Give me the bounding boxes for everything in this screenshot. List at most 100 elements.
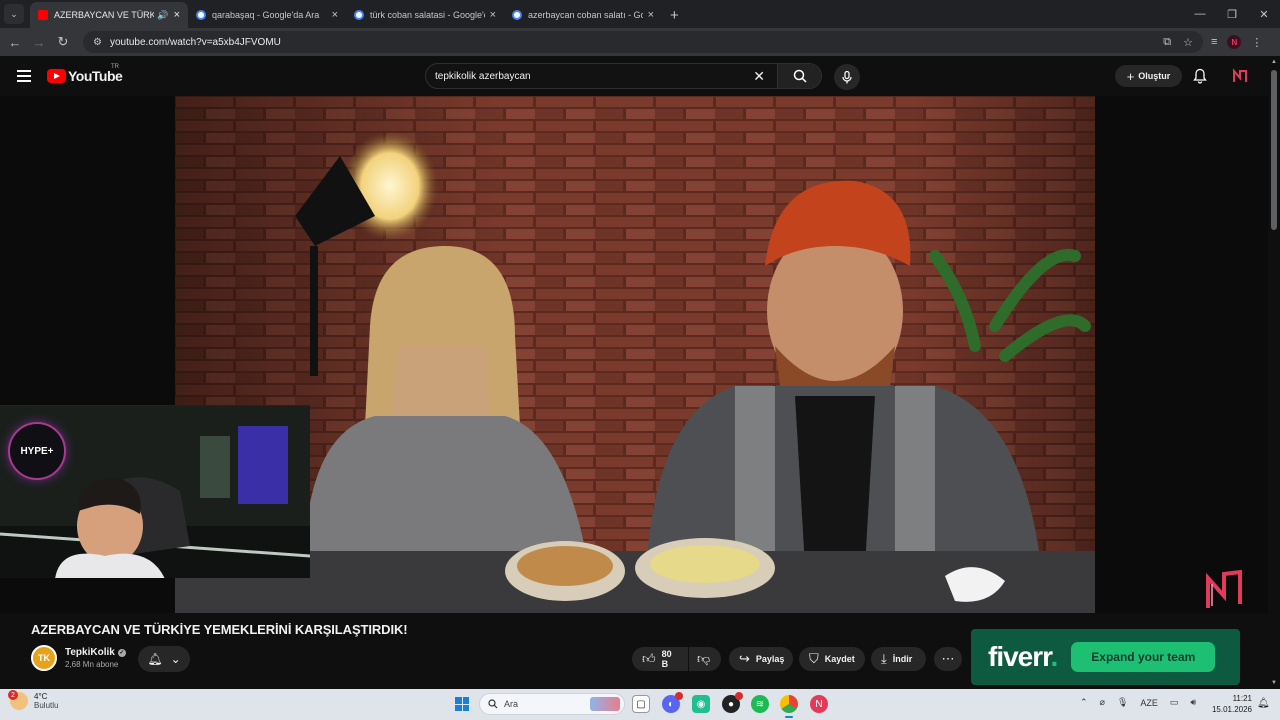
reading-list-icon[interactable]: ≡ xyxy=(1211,36,1217,48)
forward-icon[interactable]: → xyxy=(27,35,51,50)
chat-app-icon[interactable]: ◉ xyxy=(692,695,710,713)
tab-title: türk coban salatasi - Google'da xyxy=(370,10,485,20)
channel-info: TK TepkiKolik ✓ 2,68 Mn abone xyxy=(31,645,126,671)
microphone-tray-icon[interactable]: 🎙︎ xyxy=(1117,697,1128,708)
reload-icon[interactable]: ↻ xyxy=(51,34,75,50)
language-indicator[interactable]: AZE xyxy=(1140,698,1158,708)
restore-icon[interactable]: ❐ xyxy=(1216,8,1248,21)
close-tab-icon[interactable]: × xyxy=(332,9,338,21)
task-view-icon[interactable]: ▢ xyxy=(632,695,650,713)
dislike-button[interactable]: 👎︎ xyxy=(689,647,721,671)
system-tray: ⌃ ⌀ 🎙︎ AZE ▭ 🔊︎ xyxy=(1080,697,1196,708)
more-actions-button[interactable]: ⋯ xyxy=(934,647,962,671)
fiverr-ad-banner[interactable]: fiverr. Expand your team xyxy=(971,629,1240,685)
save-button[interactable]: ⛉ Kaydet xyxy=(799,647,865,671)
account-avatar[interactable] xyxy=(1232,68,1248,84)
tab-title: azerbaycan coban salatı - Goog xyxy=(528,10,643,20)
network-icon[interactable]: ⌀ xyxy=(1100,697,1105,708)
close-tab-icon[interactable]: × xyxy=(174,9,180,21)
spotify-icon[interactable]: ≋ xyxy=(751,695,769,713)
notifications-bell-icon[interactable] xyxy=(1193,68,1207,84)
channel-name[interactable]: TepkiKolik xyxy=(65,647,115,658)
streamer-webcam-overlay: HYPE+ xyxy=(0,405,310,578)
video-player[interactable]: HYPE+ xyxy=(0,96,1268,613)
display-icon[interactable]: ▭ xyxy=(1170,697,1179,708)
hype-badge: HYPE+ xyxy=(8,422,66,480)
bell-icon: 🔔︎ xyxy=(147,652,163,666)
youtube-play-icon xyxy=(47,69,66,83)
youtube-favicon-icon xyxy=(38,10,48,20)
close-window-icon[interactable]: ✕ xyxy=(1248,8,1280,21)
video-title: AZERBAYCAN VE TÜRKİYE YEMEKLERİNİ KARŞIL… xyxy=(31,622,408,637)
tab-youtube[interactable]: AZERBAYCAN VE TÜRKİYE Y 🔊 × xyxy=(30,2,188,28)
close-tab-icon[interactable]: × xyxy=(648,9,654,21)
channel-avatar[interactable]: TK xyxy=(31,645,57,671)
volume-icon[interactable]: 🔊︎ xyxy=(1190,697,1196,708)
search-highlight-image xyxy=(590,697,620,711)
search-icon xyxy=(793,69,807,83)
tab-google-azerbaycan-coban[interactable]: azerbaycan coban salatı - Goog × xyxy=(504,2,662,28)
discord-icon[interactable]: ◐ xyxy=(662,692,683,713)
menu-hamburger-icon[interactable] xyxy=(17,70,31,82)
tab-google-coban-salatasi[interactable]: türk coban salatasi - Google'da × xyxy=(346,2,504,28)
share-arrow-icon: ↪ xyxy=(739,651,750,666)
download-icon: ⤓ xyxy=(881,651,887,666)
clock[interactable]: 11:21 15.01.2026 xyxy=(1210,693,1252,715)
youtube-logo[interactable]: YouTube TR xyxy=(47,64,123,84)
download-button[interactable]: ⤓ İndir xyxy=(871,647,926,671)
scroll-down-icon[interactable]: ▼ xyxy=(1271,680,1277,686)
tab-title: qarabaşaq - Google'da Ara xyxy=(212,10,320,20)
profile-avatar[interactable]: N xyxy=(1227,35,1242,49)
search-query: tepkikolik azerbaycan xyxy=(435,70,531,82)
back-icon[interactable]: ← xyxy=(3,35,27,50)
youtube-header: YouTube TR tepkikolik azerbaycan ✕ + Olu… xyxy=(0,56,1268,96)
voice-search-button[interactable] xyxy=(834,64,860,90)
search-input[interactable]: tepkikolik azerbaycan ✕ xyxy=(425,63,822,89)
tab-title: AZERBAYCAN VE TÜRKİYE Y xyxy=(54,10,155,20)
scrollbar-thumb[interactable] xyxy=(1271,70,1277,230)
app-n-icon[interactable]: N xyxy=(810,695,828,713)
address-bar[interactable]: ⚙ youtube.com/watch?v=a5xb4JFVOMU ⧉ ☆ xyxy=(83,31,1203,53)
windows-start-icon[interactable] xyxy=(455,697,469,711)
bookmark-star-icon[interactable]: ☆ xyxy=(1183,36,1193,49)
tab-search-button[interactable]: ⌄ xyxy=(4,4,24,24)
obs-icon[interactable]: ● xyxy=(722,692,743,713)
chrome-icon[interactable] xyxy=(780,695,798,718)
download-label: İndir xyxy=(892,654,913,664)
bookmark-icon: ⛉ xyxy=(809,651,819,666)
verified-icon: ✓ xyxy=(117,648,126,657)
tray-overflow-icon[interactable]: ⌃ xyxy=(1080,697,1088,708)
ad-brand-dot: . xyxy=(1050,641,1059,672)
close-tab-icon[interactable]: × xyxy=(490,9,496,21)
channel-watermark-icon[interactable] xyxy=(1204,568,1244,612)
weather-widget[interactable]: 2 4°C Bulutlu xyxy=(8,690,58,710)
hype-label: HYPE+ xyxy=(20,445,54,457)
scroll-up-icon[interactable]: ▲ xyxy=(1271,59,1277,65)
more-horizontal-icon: ⋯ xyxy=(941,651,955,666)
create-button[interactable]: + Oluştur xyxy=(1115,65,1182,87)
ad-cta-button[interactable]: Expand your team xyxy=(1071,642,1216,672)
taskbar-search-label: Ara xyxy=(504,699,519,709)
site-info-icon[interactable]: ⚙ xyxy=(93,37,102,48)
search-button[interactable] xyxy=(777,64,821,88)
share-button[interactable]: ↪ Paylaş xyxy=(729,647,793,671)
new-tab-button[interactable]: + xyxy=(670,7,679,24)
taskbar-search-box[interactable]: Ara xyxy=(479,693,625,715)
clear-search-icon[interactable]: ✕ xyxy=(753,68,765,85)
cast-icon[interactable]: ⧉ xyxy=(1163,36,1171,49)
like-button[interactable]: 👍︎ 80 B xyxy=(632,647,688,671)
clock-time: 11:21 xyxy=(1232,694,1252,703)
tab-google-qarabasaq[interactable]: qarabaşaq - Google'da Ara × xyxy=(188,2,346,28)
minimize-icon[interactable]: — xyxy=(1184,8,1216,20)
video-frame[interactable] xyxy=(175,96,1095,613)
page-scrollbar[interactable]: ▲ ▼ xyxy=(1268,56,1280,689)
notification-bell-icon[interactable]: 🔔︎ xyxy=(1257,698,1270,709)
browser-tab-strip: ⌄ AZERBAYCAN VE TÜRKİYE Y 🔊 × qarabaşaq … xyxy=(0,0,1280,28)
subscription-notifications-button[interactable]: 🔔︎ ⌄ xyxy=(138,646,190,672)
clock-date: 15.01.2026 xyxy=(1211,705,1252,714)
country-code: TR xyxy=(111,64,119,70)
weather-temp: 4°C xyxy=(34,692,48,701)
speaker-icon[interactable]: 🔊 xyxy=(157,10,168,21)
browser-menu-icon[interactable]: ⋮ xyxy=(1251,36,1262,49)
microphone-icon xyxy=(842,70,852,83)
